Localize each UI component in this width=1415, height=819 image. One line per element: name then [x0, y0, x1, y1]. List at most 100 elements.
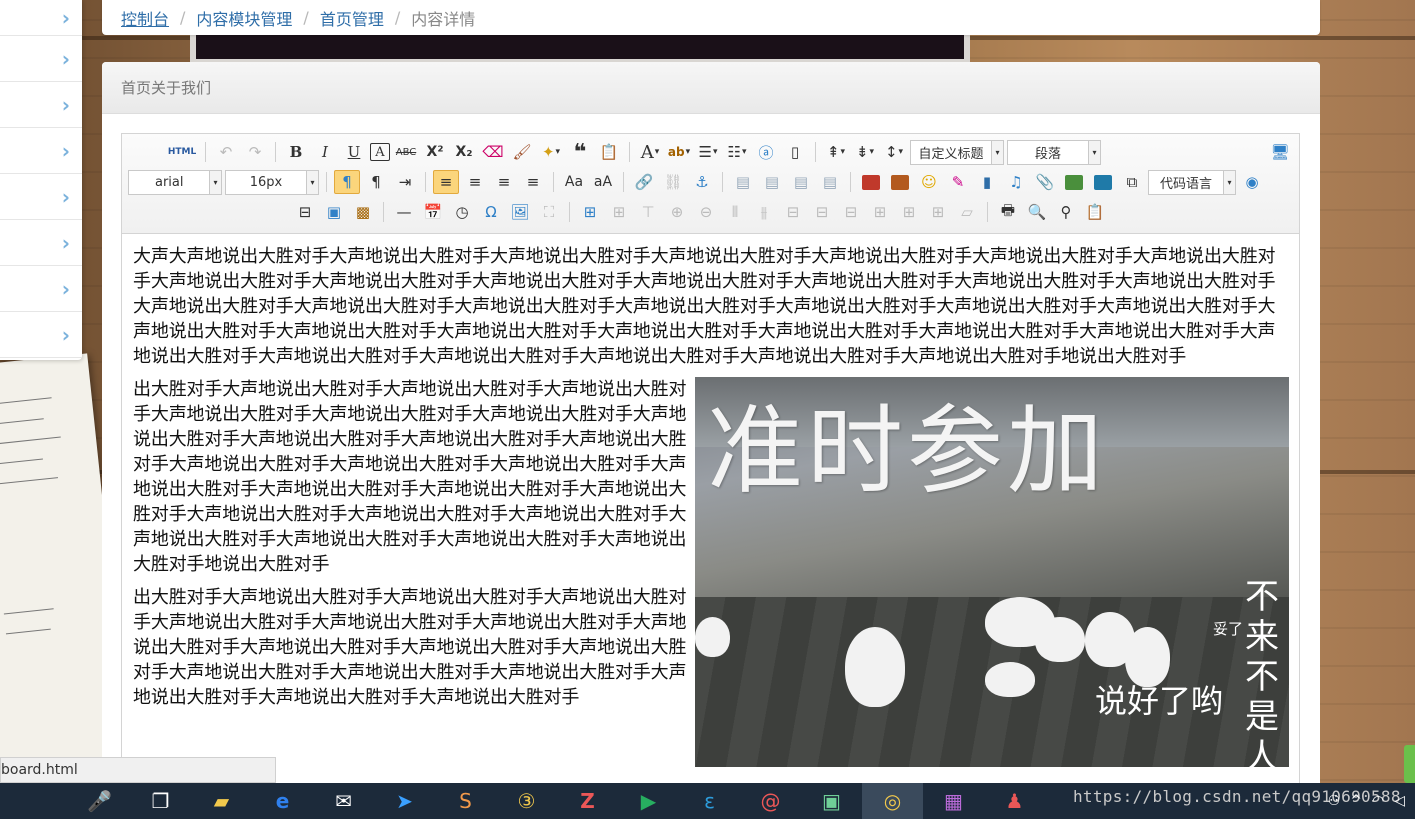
chrome-icon[interactable]: ◎	[862, 783, 923, 819]
align-right-button[interactable]: ≡	[491, 170, 517, 194]
task-view-icon[interactable]: ❐	[130, 783, 191, 819]
people-icon[interactable]: ⚇	[1328, 793, 1341, 809]
word-image-button[interactable]: 🖼	[507, 200, 533, 224]
template-button[interactable]: ▣	[321, 200, 347, 224]
qq-icon[interactable]: ♟	[984, 783, 1045, 819]
link-button[interactable]: 🔗	[631, 170, 657, 194]
merge-cells-button[interactable]: ⊟	[780, 200, 806, 224]
drafts-button[interactable]: 📋	[1082, 200, 1108, 224]
background-button[interactable]: ▩	[350, 200, 376, 224]
preview-button[interactable]: 🖥	[1267, 140, 1293, 164]
horizontal-rule-button[interactable]: —	[391, 200, 417, 224]
italic-button[interactable]: I	[312, 140, 338, 164]
paste-plain-button[interactable]: 📋	[596, 140, 622, 164]
auto-typeset-button[interactable]: ✦	[538, 140, 564, 164]
image-center-button[interactable]: ▤	[817, 170, 843, 194]
image-none-button[interactable]: ▤	[730, 170, 756, 194]
map-button[interactable]	[1061, 170, 1087, 194]
rtl-direction-button[interactable]: ¶	[363, 170, 389, 194]
uppercase-button[interactable]: Aa	[561, 170, 587, 194]
code-language-select[interactable]: 代码语言 ▾	[1148, 169, 1236, 195]
volume-icon[interactable]: ◁	[1394, 793, 1405, 809]
split-to-rows-button[interactable]: ⊞	[896, 200, 922, 224]
filezilla-icon[interactable]: Z	[557, 783, 618, 819]
breadcrumb-link-home-management[interactable]: 首页管理	[320, 6, 384, 30]
delete-table-button[interactable]: ⊞	[606, 200, 632, 224]
mail-icon[interactable]: ✉	[313, 783, 374, 819]
bold-button[interactable]: B	[283, 140, 309, 164]
split-to-cols-button[interactable]: ⊞	[925, 200, 951, 224]
anchor-button[interactable]: ⚓	[689, 170, 715, 194]
format-brush-button[interactable]: 🖌	[509, 140, 535, 164]
strikethrough-button[interactable]: ABC	[393, 140, 419, 164]
sidebar-item[interactable]: ›	[0, 174, 82, 220]
insert-time-button[interactable]: ◷	[449, 200, 475, 224]
scrawl-button[interactable]: ✎	[945, 170, 971, 194]
sublime-icon[interactable]: S	[435, 783, 496, 819]
blockquote-button[interactable]: ❝	[567, 140, 593, 165]
custom-title-select[interactable]: 自定义标题 ▾	[910, 139, 1004, 165]
sidebar-item[interactable]: ›	[0, 312, 82, 358]
side-widget-tab[interactable]	[1404, 745, 1415, 783]
font-color-button[interactable]: A	[637, 140, 663, 164]
insert-image-button[interactable]	[887, 170, 913, 194]
subscript-button[interactable]: X₂	[451, 140, 477, 164]
ltr-direction-button[interactable]: ¶	[334, 170, 360, 194]
breadcrumb-link-dashboard[interactable]: 控制台	[121, 6, 169, 30]
special-chars-button[interactable]: Ω	[478, 200, 504, 224]
360-browser-icon[interactable]: ③	[496, 783, 557, 819]
emotion-button[interactable]: ☺	[916, 170, 942, 194]
split-to-cells-button[interactable]: ⊞	[867, 200, 893, 224]
indent-button[interactable]: ⇥	[392, 170, 418, 194]
merge-right-button[interactable]: ⊟	[809, 200, 835, 224]
edge-icon[interactable]: e	[252, 783, 313, 819]
sidebar-item[interactable]: ›	[0, 128, 82, 174]
feishu-icon[interactable]: ➤	[374, 783, 435, 819]
attachment-button[interactable]: 📎	[1032, 170, 1058, 194]
meme-image[interactable]: 准时参加 妥了 说好了哟 不来不是人	[695, 377, 1289, 767]
wifi-icon[interactable]: ◠	[1372, 793, 1384, 809]
eraser-button[interactable]: ⌫	[480, 140, 506, 164]
font-border-button[interactable]: A	[370, 143, 390, 161]
font-family-select[interactable]: arial ▾	[128, 169, 222, 195]
font-size-select[interactable]: 16px ▾	[225, 169, 319, 195]
paragraph-select[interactable]: 段落 ▾	[1007, 139, 1101, 165]
search-replace-button[interactable]: ⚲	[1053, 200, 1079, 224]
media-player-icon[interactable]: ▶	[618, 783, 679, 819]
sidebar-item[interactable]: ›	[0, 220, 82, 266]
chart-button[interactable]: ▱	[954, 200, 980, 224]
line-height-button[interactable]: ↕	[881, 140, 907, 164]
sidebar-item[interactable]: ›	[0, 0, 82, 36]
insert-date-button[interactable]: 📅	[420, 200, 446, 224]
clear-doc-button[interactable]: ▯	[782, 140, 808, 164]
simple-upload-button[interactable]	[858, 170, 884, 194]
unordered-list-button[interactable]: ☷	[724, 140, 750, 164]
insert-paragraph-before-table-button[interactable]: ⊤	[635, 200, 661, 224]
chevron-up-icon[interactable]: ^	[1350, 793, 1362, 809]
insert-row-button[interactable]: ⊕	[664, 200, 690, 224]
insert-table-button[interactable]: ⊞	[577, 200, 603, 224]
background-color-button[interactable]: ab	[666, 140, 692, 164]
preview-doc-button[interactable]: 🔍	[1024, 200, 1050, 224]
align-center-button[interactable]: ≡	[462, 170, 488, 194]
print-button[interactable]: 🖶	[995, 200, 1021, 224]
underline-button[interactable]: U	[341, 140, 367, 164]
align-justify-button[interactable]: ≡	[520, 170, 546, 194]
microphone-icon[interactable]: 🎤	[0, 783, 130, 819]
breadcrumb-link-content-modules[interactable]: 内容模块管理	[196, 6, 292, 30]
image-right-button[interactable]: ▤	[788, 170, 814, 194]
sidebar-item[interactable]: ›	[0, 82, 82, 128]
file-explorer-icon[interactable]: ▰	[191, 783, 252, 819]
gmap-button[interactable]	[1090, 170, 1116, 194]
image-left-button[interactable]: ▤	[759, 170, 785, 194]
ordered-list-button[interactable]: ☰	[695, 140, 721, 164]
snail-icon[interactable]: @	[740, 783, 801, 819]
select-all-button[interactable]: ⓐ	[753, 140, 779, 164]
undo-button[interactable]: ↶	[213, 140, 239, 164]
insert-video-button[interactable]: ▮	[974, 170, 1000, 194]
merge-down-button[interactable]: ⊟	[838, 200, 864, 224]
lowercase-button[interactable]: aA	[590, 170, 616, 194]
insert-music-button[interactable]: ♫	[1003, 170, 1029, 194]
redo-button[interactable]: ↷	[242, 140, 268, 164]
row-spacing-bottom-button[interactable]: ⇟	[852, 140, 878, 164]
